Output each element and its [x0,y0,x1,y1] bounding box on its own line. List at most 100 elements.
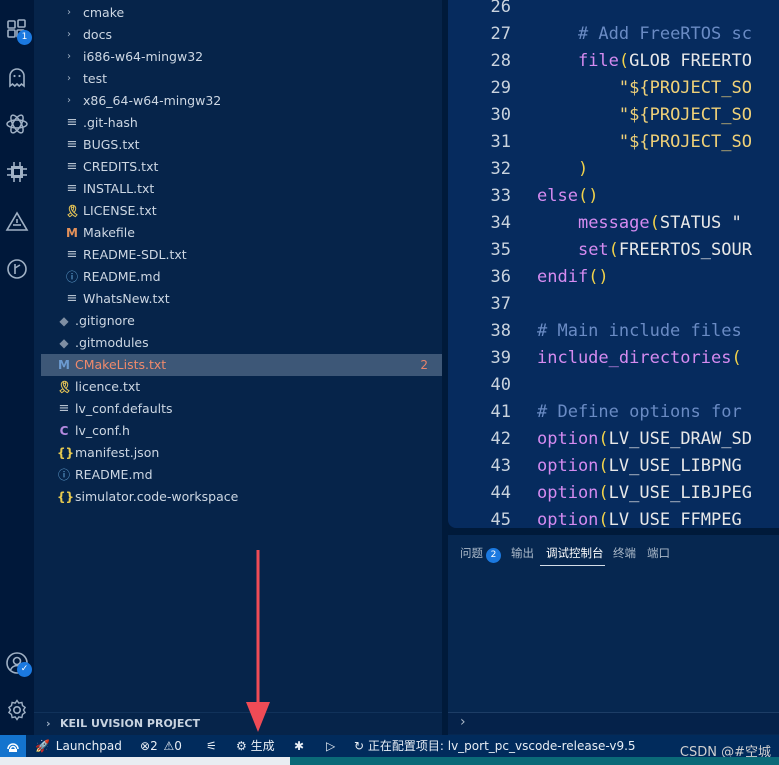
debug-button[interactable]: ✱ [294,735,304,757]
settings-gear-icon[interactable] [5,698,29,722]
tree-file-install[interactable]: ≡ INSTALL.txt [34,178,442,200]
tree-item-label: .gitignore [75,313,135,328]
tab-terminal[interactable]: 终端 [613,545,636,561]
tree-folder-x86-64[interactable]: › x86_64-w64-mingw32 [34,90,442,112]
tab-ports[interactable]: 端口 [647,545,670,561]
code-line: 31 "${PROJECT_SO [448,129,779,156]
line-number: 45 [490,510,511,528]
line-number: 27 [490,24,511,44]
line-number: 29 [490,78,511,98]
tree-item-label: Makefile [83,225,135,240]
tree-file-cmakelists[interactable]: M CMakeLists.txt 2 [41,354,442,376]
atom-icon[interactable] [5,112,29,136]
tab-label: 输出 [511,546,534,560]
configuring-label: 正在配置项目: lv_port_pc_vscode-release-v9.5 [367,739,636,753]
warning-count: 0 [174,739,182,753]
code-line: 45 option(LV_USE_FFMPEG [448,507,779,528]
code-line: 28 file(GLOB FREERTO [448,48,779,75]
code-line: 33 else() [448,183,779,210]
account-icon[interactable]: ✓ [5,651,32,677]
chevron-right-icon: › [46,717,51,730]
tree-item-label: WhatsNew.txt [83,291,170,306]
tree-file-workspace[interactable]: {} simulator.code-workspace [34,486,442,508]
code-text: # Define options for [537,402,742,422]
extensions-badge: 1 [17,30,32,45]
tree-file-manifest[interactable]: {} manifest.json [34,442,442,464]
keil-uvision-project-section[interactable]: › KEIL UVISION PROJECT [34,712,442,734]
tree-file-makefile[interactable]: M Makefile [34,222,442,244]
wand-icon: ⚟ [206,739,217,753]
tree-file-lv-conf-h[interactable]: Clv_conf.h [34,420,442,442]
tree-file-gitmodules[interactable]: ◆ .gitmodules [34,332,442,354]
problem-count-badge: 2 [420,358,428,372]
json-icon: {} [57,490,75,504]
text-file-icon: ≡ [66,159,78,174]
code-text: option(LV_USE_LIBPNG [537,456,742,476]
problems-badge: 2 [486,548,501,563]
problems-indicator[interactable]: ⊗2 ⚠0 [140,735,182,757]
git-fork-icon[interactable] [5,257,29,281]
cmake-status[interactable]: ↻ 正在配置项目: lv_port_pc_vscode-release-v9.5 [354,735,636,757]
code-line: 32 ) [448,156,779,183]
code-editor[interactable]: 26 27 # Add FreeRTOS sc 28 file(GLOB FREER… [448,0,779,528]
build-button[interactable]: ⚙ 生成 [236,735,275,757]
line-number: 32 [490,159,511,179]
tree-file-readme-root[interactable]: ⓘ README.md [34,464,442,486]
info-icon: ⓘ [65,270,78,284]
tab-debug-console[interactable]: 调试控制台 [546,545,604,561]
line-number: 41 [490,402,511,422]
code-text: include_directories( [537,348,742,368]
code-line: 41 # Define options for [448,399,779,426]
code-line: 30 "${PROJECT_SO [448,102,779,129]
code-text: message(STATUS " [577,213,742,233]
launch-button[interactable]: ▷ [326,735,335,757]
extensions-icon[interactable]: 1 [5,18,32,45]
code-line: 37 [448,291,779,318]
tree-folder-i686[interactable]: › i686-w64-mingw32 [34,46,442,68]
tree-file-readme-md[interactable]: ⓘ README.md [34,266,442,288]
debug-console-input[interactable]: › [448,712,779,734]
code-line: 38 # Main include files [448,318,779,345]
check-icon: ✓ [17,662,32,677]
code-line: 39 include_directories( [448,345,779,372]
warning-icon: ⚠ [163,739,175,753]
ghost-icon[interactable] [5,66,29,90]
code-text: ) [577,159,589,179]
tree-file-readme-sdl[interactable]: ≡ README-SDL.txt [34,244,442,266]
chip-icon[interactable] [5,160,29,184]
tab-problems[interactable]: 问题 2 [460,545,501,563]
explorer-sidebar: › cmake › docs › i686-w64-mingw32 › test › x8… [34,0,442,735]
tree-item-label: lv_conf.defaults [75,401,173,416]
tree-item-label: LICENSE.txt [83,203,157,218]
tree-file-credits[interactable]: ≡ CREDITS.txt [34,156,442,178]
launchpad-label: Launchpad [55,739,122,753]
code-text: option(LV_USE_LIBJPEG [537,483,752,503]
launchpad-button[interactable]: 🚀 Launchpad [35,735,122,757]
code-line: 44 option(LV_USE_LIBJPEG [448,480,779,507]
tree-item-label: x86_64-w64-mingw32 [83,93,222,108]
tree-file-lv-conf-defaults[interactable]: ≡ lv_conf.defaults [34,398,442,420]
line-number: 34 [490,213,511,233]
text-file-icon: ≡ [66,291,78,306]
tree-file-license[interactable]: 🎗 LICENSE.txt [34,200,442,222]
code-line: 40 [448,372,779,399]
tree-file-gitignore[interactable]: ◆ .gitignore [34,310,442,332]
tree-file-whatsnew[interactable]: ≡ WhatsNew.txt [34,288,442,310]
tab-output[interactable]: 输出 [511,545,534,561]
tree-folder-docs[interactable]: › docs [34,24,442,46]
tree-file-git-hash[interactable]: ≡ .git-hash [34,112,442,134]
code-text: option(LV_USE_FFMPEG [537,510,742,528]
tree-folder-cmake[interactable]: › cmake [34,2,442,24]
tree-folder-test[interactable]: › test [34,68,442,90]
tree-item-label: docs [83,27,112,42]
chevron-right-icon: › [67,29,71,40]
tree-item-label: test [83,71,108,86]
tab-label: 问题 [460,546,483,560]
remote-indicator[interactable] [0,735,26,757]
tree-file-licence[interactable]: 🎗 licence.txt [34,376,442,398]
alert-triangle-icon[interactable] [5,210,29,234]
tree-item-label: README.md [83,269,161,284]
run-config-button[interactable]: ⚟ [206,735,217,757]
error-count: 2 [150,739,158,753]
tree-file-bugs[interactable]: ≡ BUGS.txt [34,134,442,156]
